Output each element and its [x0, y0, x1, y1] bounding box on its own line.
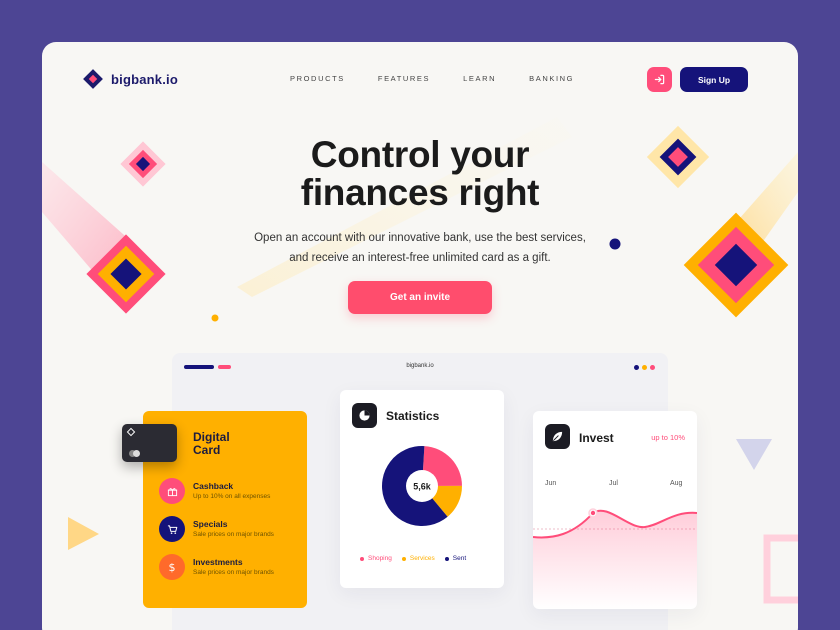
feature-title: Investments: [193, 557, 243, 567]
invest-line-chart: [533, 508, 697, 609]
month-label: Jun: [545, 480, 557, 487]
hero-subtitle: Open an account with our innovative bank…: [42, 228, 798, 268]
window-dot: [642, 365, 647, 370]
logo-icon: [83, 69, 103, 89]
nav-item-learn[interactable]: LEARN: [463, 74, 496, 83]
legend-label: Services: [409, 555, 435, 562]
login-icon: [654, 74, 665, 85]
feature-investments[interactable]: $ Investments Sale prices on major brand…: [159, 554, 274, 580]
dollar-icon: $: [159, 554, 185, 580]
login-button[interactable]: [647, 67, 672, 92]
legend-label: Sent: [452, 555, 467, 562]
legend-dot: [360, 556, 364, 561]
browser-url: bigbank.io: [406, 363, 434, 369]
landing-page: bigbank.io PRODUCTS FEATURES LEARN BANKI…: [42, 42, 798, 630]
chart-legend: Shoping Services Sent: [360, 555, 466, 562]
nav-item-banking[interactable]: BANKING: [529, 74, 574, 83]
legend-item-sent: Sent: [444, 555, 467, 562]
feature-title: Cashback: [193, 481, 234, 491]
digital-card-panel[interactable]: Digital Card Cashback Up to 10% on all e…: [122, 411, 307, 608]
donut-chart: 5,6k: [382, 446, 462, 526]
hero-title-line-1: Control your: [310, 134, 530, 175]
cart-icon: [159, 516, 185, 542]
leaf-icon: [545, 424, 570, 449]
nav-item-products[interactable]: PRODUCTS: [290, 74, 345, 83]
legend-item-services: Services: [401, 555, 435, 562]
invest-panel[interactable]: Invest up to 10% Jun Jul Aug: [533, 411, 697, 609]
feature-desc: Sale prices on major brands: [193, 531, 274, 538]
digital-card-title-line-2: Card: [193, 443, 221, 457]
invest-title: Invest: [579, 431, 614, 445]
window-dot: [650, 365, 655, 370]
pie-chart-icon: [352, 403, 377, 428]
month-label: Jul: [609, 480, 618, 487]
month-label: Aug: [670, 480, 683, 487]
feature-title: Specials: [193, 519, 228, 529]
hero-subtitle-line-1: Open an account with our innovative bank…: [254, 232, 586, 244]
gift-icon: [159, 478, 185, 504]
feature-desc: Up to 10% on all expenses: [193, 493, 271, 500]
digital-card-title: Digital Card: [193, 431, 253, 457]
window-dot: [634, 365, 639, 370]
statistics-title: Statistics: [386, 409, 440, 423]
feature-desc: Sale prices on major brands: [193, 569, 274, 576]
main-nav: PRODUCTS FEATURES LEARN BANKING: [290, 74, 574, 83]
brand-logo[interactable]: bigbank.io: [83, 69, 178, 89]
invest-rate-badge: up to 10%: [651, 433, 685, 442]
nav-item-features[interactable]: FEATURES: [378, 74, 430, 83]
feature-cashback[interactable]: Cashback Up to 10% on all expenses: [159, 478, 270, 504]
bank-card-image: [122, 424, 177, 462]
legend-dot: [401, 556, 406, 561]
legend-label: Shoping: [368, 555, 392, 562]
hero-subtitle-line-2: and receive an interest-free unlimited c…: [289, 252, 551, 264]
brand-name: bigbank.io: [111, 71, 178, 87]
feature-specials[interactable]: Specials Sale prices on major brands: [159, 516, 274, 542]
signup-button[interactable]: Sign Up: [680, 67, 748, 92]
legend-item-shoping: Shoping: [360, 555, 392, 562]
donut-center-value: 5,6k: [413, 482, 432, 492]
hero-title-line-2: finances right: [300, 172, 540, 213]
legend-dot: [444, 556, 449, 561]
hero-title: Control your finances right: [42, 136, 798, 212]
get-invite-button[interactable]: Get an invite: [348, 281, 492, 314]
statistics-panel[interactable]: Statistics 5,6k Shoping Services Sent: [340, 390, 504, 588]
